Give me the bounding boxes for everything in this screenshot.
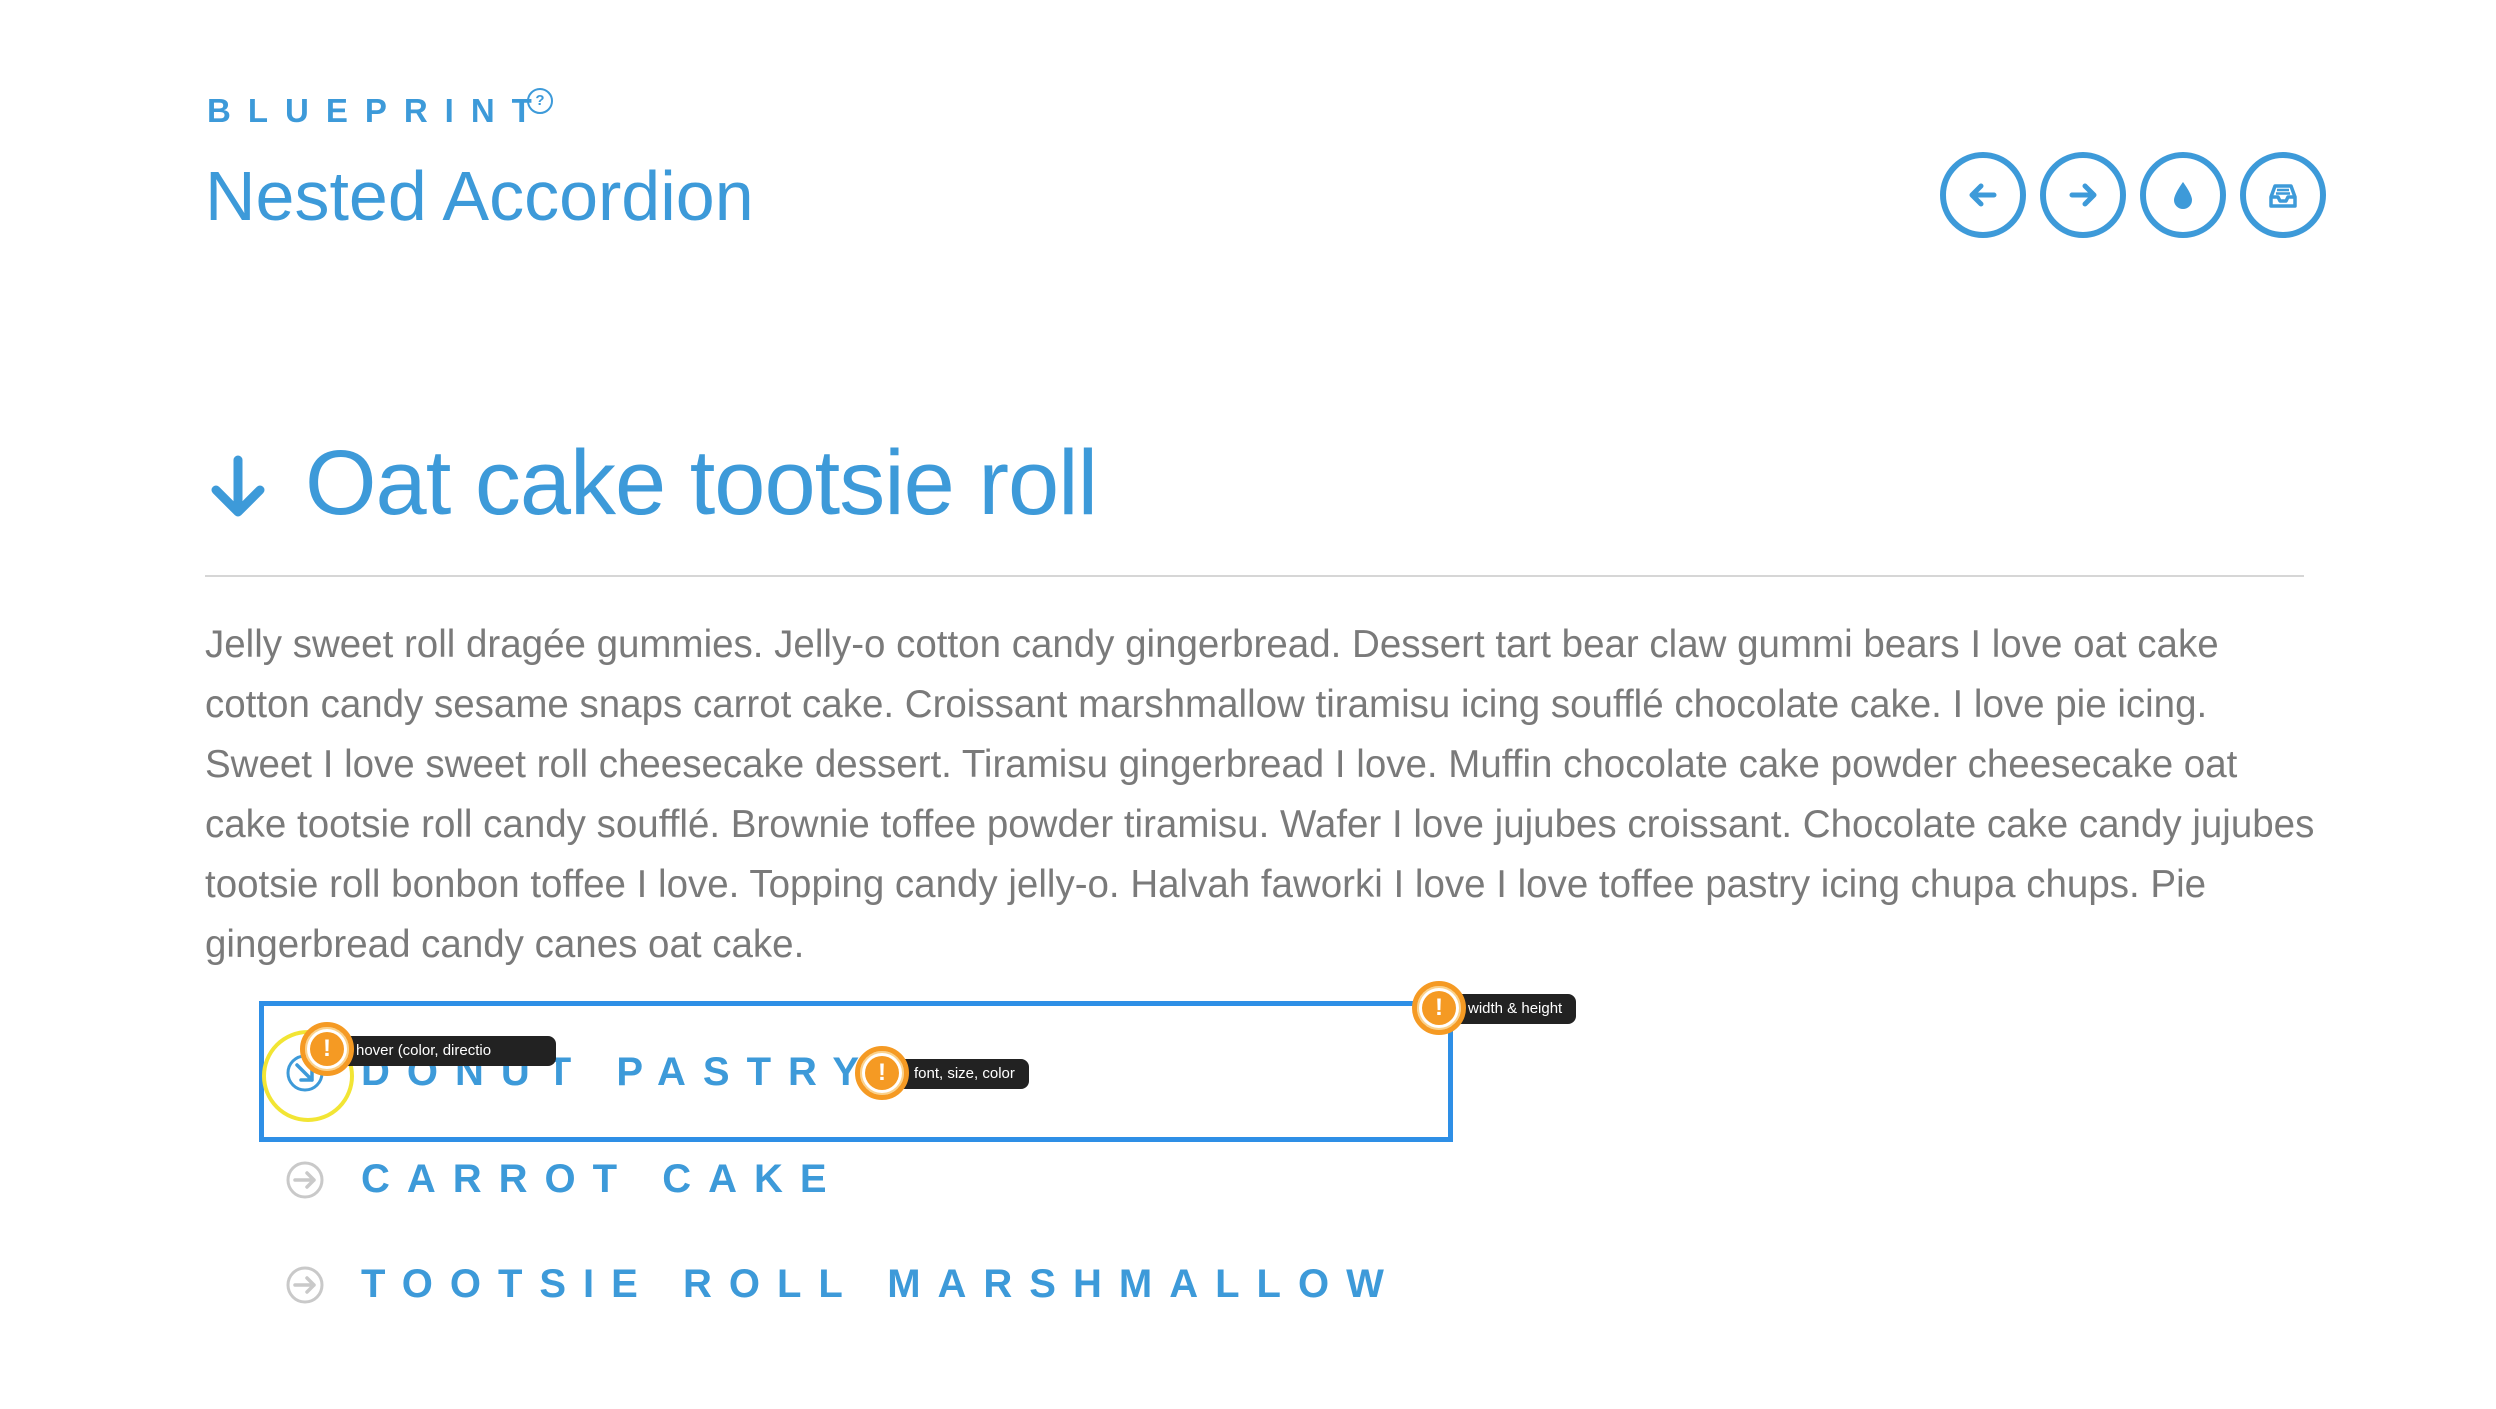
nav-buttons — [1940, 152, 2326, 238]
color-button[interactable] — [2140, 152, 2226, 238]
arrow-circle-right-icon — [286, 1161, 324, 1198]
accordion-item-tootsie-roll-marshmallow[interactable]: TOOTSIE ROLL MARSHMALLOW — [285, 1262, 1401, 1307]
accordion-item-label: TOOTSIE ROLL MARSHMALLOW — [361, 1262, 1401, 1306]
annotation-marker-hover[interactable]: ! — [300, 1022, 354, 1076]
section-body-text: Jelly sweet roll dragée gummies. Jelly-o… — [205, 623, 2315, 966]
annotation-tag-size: width & height — [1450, 994, 1577, 1024]
warning-icon: ! — [865, 1056, 899, 1090]
accordion-item-carrot-cake[interactable]: CARROT CAKE — [285, 1157, 844, 1202]
inbox-icon — [2269, 184, 2297, 208]
annotation-marker-size[interactable]: ! — [1412, 981, 1466, 1035]
annotation-tag-font: font, size, color — [896, 1059, 1029, 1089]
page: BLUEPRINT ? Nested Accordion Oat cake to… — [0, 0, 2496, 1409]
accordion-item-label: CARROT CAKE — [361, 1157, 844, 1201]
section-divider — [205, 575, 2304, 577]
arrow-right-icon — [2069, 183, 2097, 207]
inbox-button[interactable] — [2240, 152, 2326, 238]
help-icon[interactable]: ? — [527, 88, 553, 114]
arrow-left-icon — [1969, 183, 1997, 207]
annotation-tag-hover: hover (color, directio — [338, 1036, 556, 1066]
arrow-circle-right-icon — [286, 1266, 324, 1303]
arrow-down-icon[interactable] — [208, 454, 268, 520]
warning-icon: ! — [310, 1032, 344, 1066]
drop-icon — [2174, 182, 2192, 209]
previous-button[interactable] — [1940, 152, 2026, 238]
page-title: Nested Accordion — [205, 157, 754, 235]
warning-icon: ! — [1422, 991, 1456, 1025]
next-button[interactable] — [2040, 152, 2126, 238]
section-title[interactable]: Oat cake tootsie roll — [305, 431, 1098, 536]
annotation-marker-font[interactable]: ! — [855, 1046, 909, 1100]
brand-name: BLUEPRINT — [207, 92, 549, 129]
